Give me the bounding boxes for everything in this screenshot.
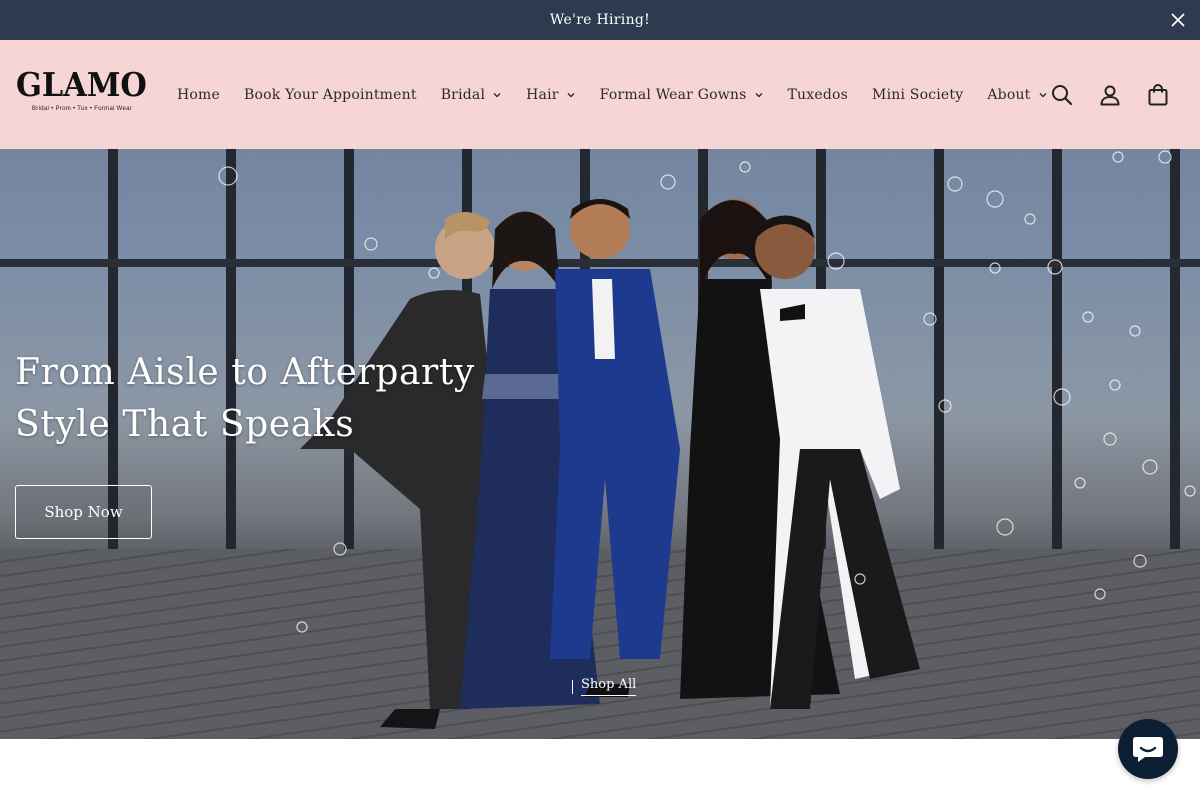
nav-item-label: About [987,86,1031,103]
figure-white-jacket [755,215,920,709]
nav-item-label: Home [177,86,220,103]
shop-all-label: Shop All [581,677,637,696]
nav-item-mini-society[interactable]: Mini Society [860,87,975,103]
chevron-down-icon [1039,92,1047,97]
cart-icon[interactable] [1146,83,1170,107]
nav-item-label: Tuxedos [787,86,849,103]
close-icon[interactable] [1168,10,1188,30]
announcement-bar: We're Hiring! [0,0,1200,40]
nav-item-bridal[interactable]: Bridal [429,87,514,103]
chat-icon [1133,737,1163,762]
nav-item-label: Bridal [440,86,486,103]
nav-item-label: Formal Wear Gowns [599,86,747,103]
hero-banner: From Aisle to Afterparty Style That Spea… [0,149,1200,739]
shop-now-button[interactable]: Shop Now [15,485,152,539]
site-header: GLAMO Bridal • Prom • Tux • Formal Wear … [0,40,1200,149]
nav-item-home[interactable]: Home [165,87,232,103]
nav-item-tuxedos[interactable]: Tuxedos [776,87,861,103]
nav-item-formal-wear-gowns[interactable]: Formal Wear Gowns [588,87,776,103]
nav-item-hair[interactable]: Hair [514,87,588,103]
search-icon[interactable] [1050,83,1074,107]
chevron-down-icon [567,92,575,97]
nav-item-label: Mini Society [872,86,964,103]
chevron-down-icon [755,92,763,97]
chevron-down-icon [493,92,501,97]
logo-wordmark: GLAMO [16,65,147,104]
shop-all-divider [572,679,573,694]
nav-item-book-appointment[interactable]: Book Your Appointment [232,87,429,103]
announcement-text[interactable]: We're Hiring! [550,12,650,28]
nav-item-about[interactable]: About [975,87,1059,103]
hero-heading-line-2: Style That Speaks [15,404,355,445]
account-icon[interactable] [1098,83,1122,107]
chat-button[interactable] [1118,719,1178,779]
shop-all-link[interactable]: Shop All [572,677,637,696]
hero-heading: From Aisle to Afterparty Style That Spea… [15,347,475,451]
header-icons [1050,40,1170,149]
nav-item-label: Book Your Appointment [244,86,417,103]
logo-tagline: Bridal • Prom • Tux • Formal Wear [32,106,133,112]
figure-blue-tux [550,199,680,697]
nav-item-label: Hair [526,86,559,103]
main-nav: Home Book Your Appointment Bridal Hair F… [165,40,1060,149]
hero-heading-line-1: From Aisle to Afterparty [15,352,475,393]
brand-logo[interactable]: GLAMO Bridal • Prom • Tux • Formal Wear [16,65,147,118]
